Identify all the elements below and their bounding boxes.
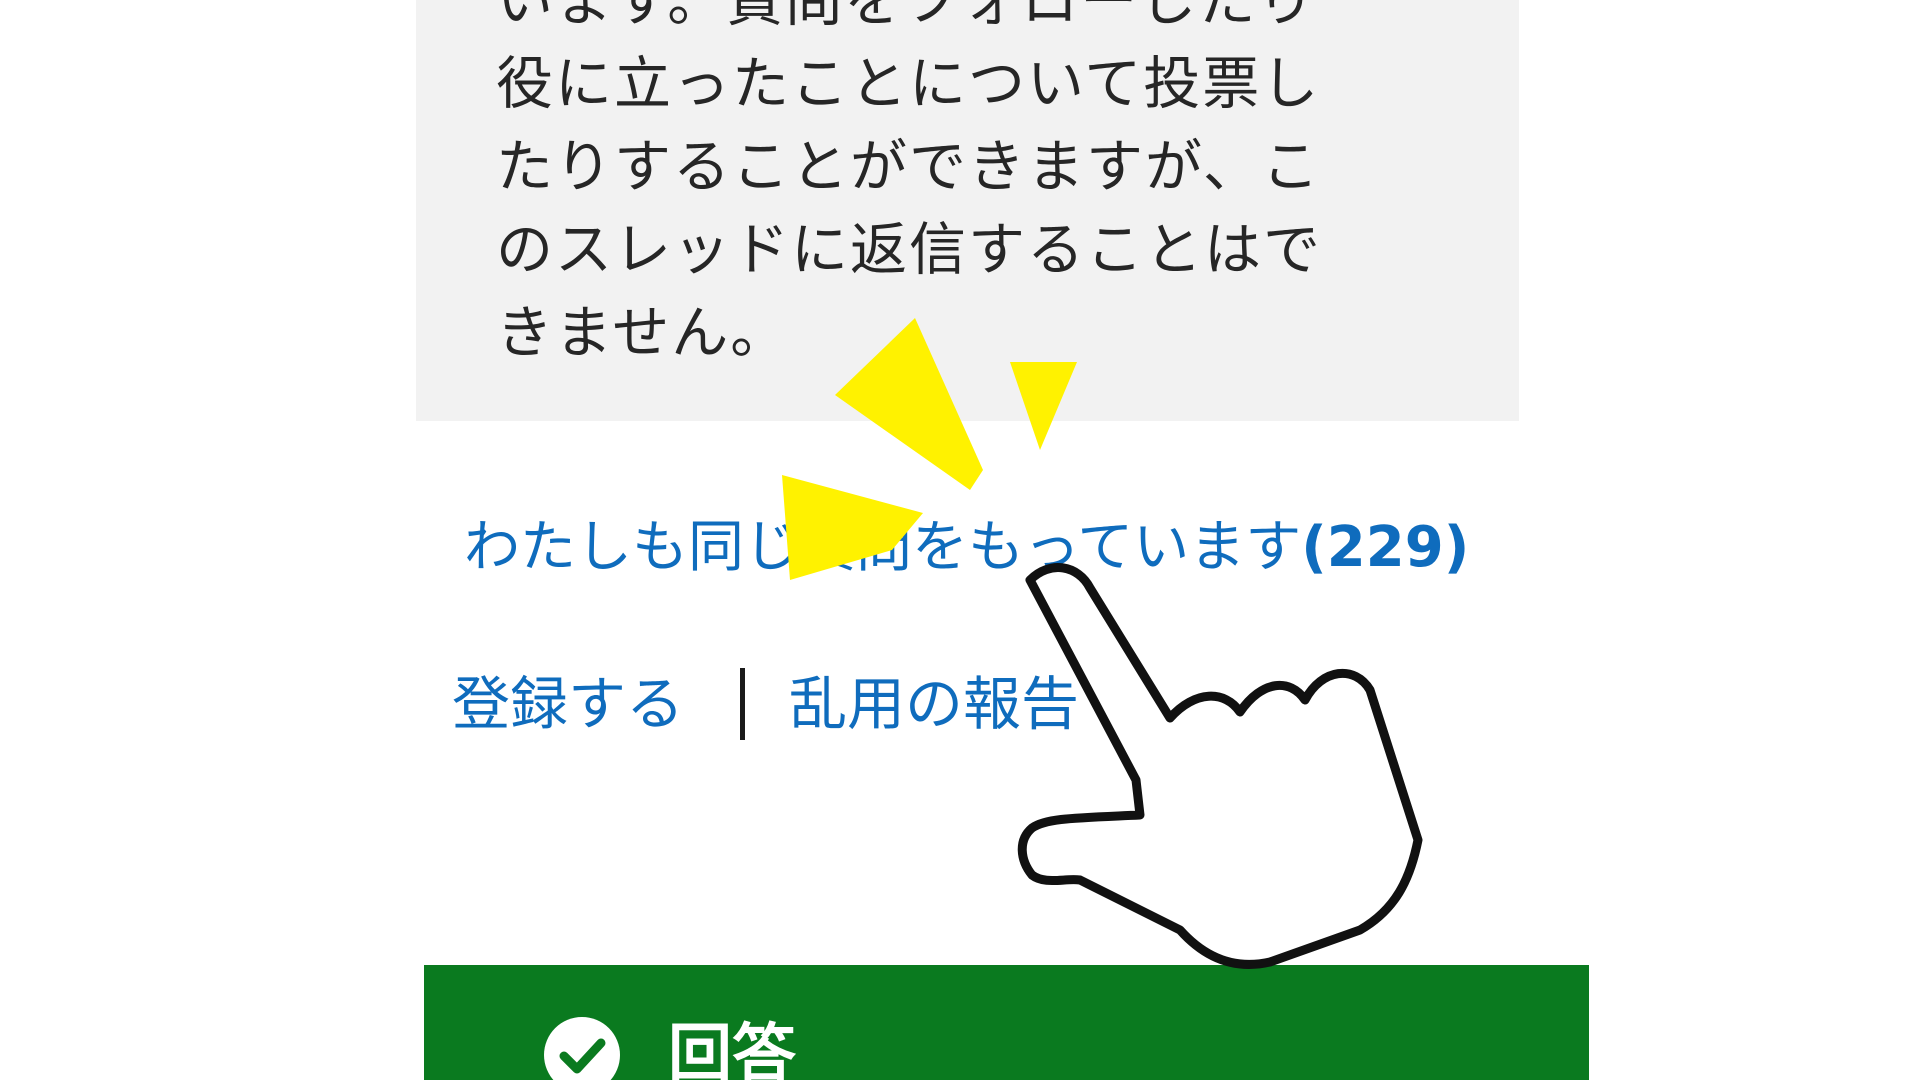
same-question-count: (229): [1301, 515, 1470, 580]
answer-header: 回答: [424, 965, 1589, 1080]
answer-title: 回答: [668, 1018, 796, 1080]
same-question-label: わたしも同じ質問をもっています: [464, 515, 1302, 580]
locked-thread-notice: います。質問をフォローしたり 役に立ったことについて投票し たりすることができま…: [416, 0, 1519, 421]
notice-line: 役に立ったことについて投票し: [496, 51, 1321, 117]
notice-line: きません。: [496, 300, 790, 366]
same-question-button[interactable]: わたしも同じ質問をもっています(229): [464, 508, 1469, 588]
notice-line: います。質問をフォローしたり: [496, 0, 1317, 34]
action-divider: [740, 668, 746, 740]
action-row: 登録する 乱用の報告: [452, 664, 1079, 744]
check-circle-icon: [544, 1017, 620, 1080]
pointing-hand-icon: [1017, 563, 1423, 969]
page: います。質問をフォローしたり 役に立ったことについて投票し たりすることができま…: [0, 0, 1920, 1080]
notice-text: います。質問をフォローしたり 役に立ったことについて投票し たりすることができま…: [496, 0, 1336, 375]
report-abuse-link[interactable]: 乱用の報告: [789, 664, 1079, 744]
subscribe-link[interactable]: 登録する: [452, 664, 684, 744]
notice-line: たりすることができますが、こ: [496, 134, 1321, 200]
notice-line: のスレッドに返信することはで: [496, 217, 1322, 283]
